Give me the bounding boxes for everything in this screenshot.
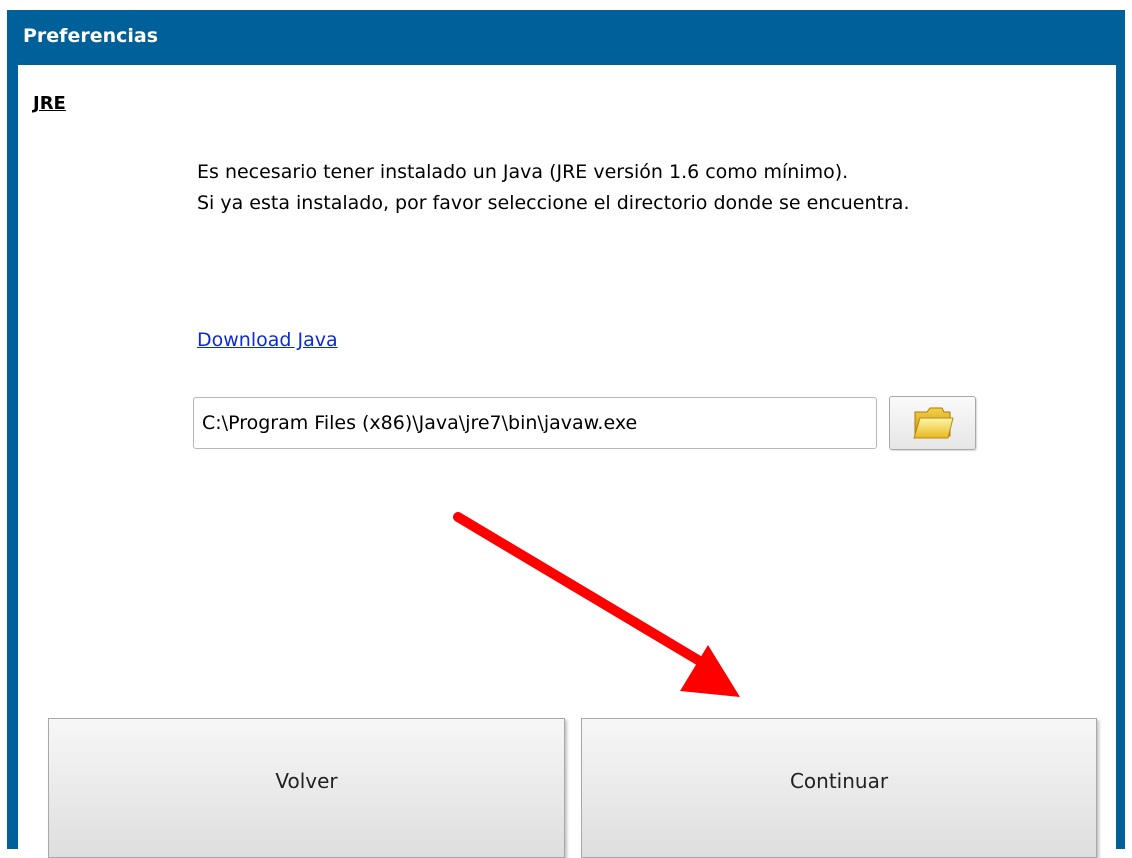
- back-button[interactable]: Volver: [48, 718, 565, 858]
- preferences-window: Preferencias JRE Es necesario tener inst…: [0, 0, 1132, 858]
- continue-button-label: Continuar: [789, 769, 889, 793]
- window-title: Preferencias: [23, 25, 159, 47]
- continue-button[interactable]: Continuar: [581, 718, 1097, 858]
- info-line-2: Si ya esta instalado, por favor seleccio…: [197, 192, 910, 214]
- info-text: Es necesario tener instalado un Java (JR…: [197, 157, 997, 219]
- folder-icon: [913, 407, 954, 439]
- section-title: JRE: [33, 93, 66, 114]
- jre-path-input[interactable]: [193, 397, 877, 449]
- browse-folder-button[interactable]: [889, 396, 976, 450]
- info-line-1: Es necesario tener instalado un Java (JR…: [197, 161, 849, 183]
- content-panel: JRE Es necesario tener instalado un Java…: [18, 65, 1116, 858]
- window-frame: Preferencias JRE Es necesario tener inst…: [7, 10, 1125, 858]
- download-java-link[interactable]: Download Java: [197, 329, 338, 351]
- back-button-label: Volver: [275, 769, 338, 793]
